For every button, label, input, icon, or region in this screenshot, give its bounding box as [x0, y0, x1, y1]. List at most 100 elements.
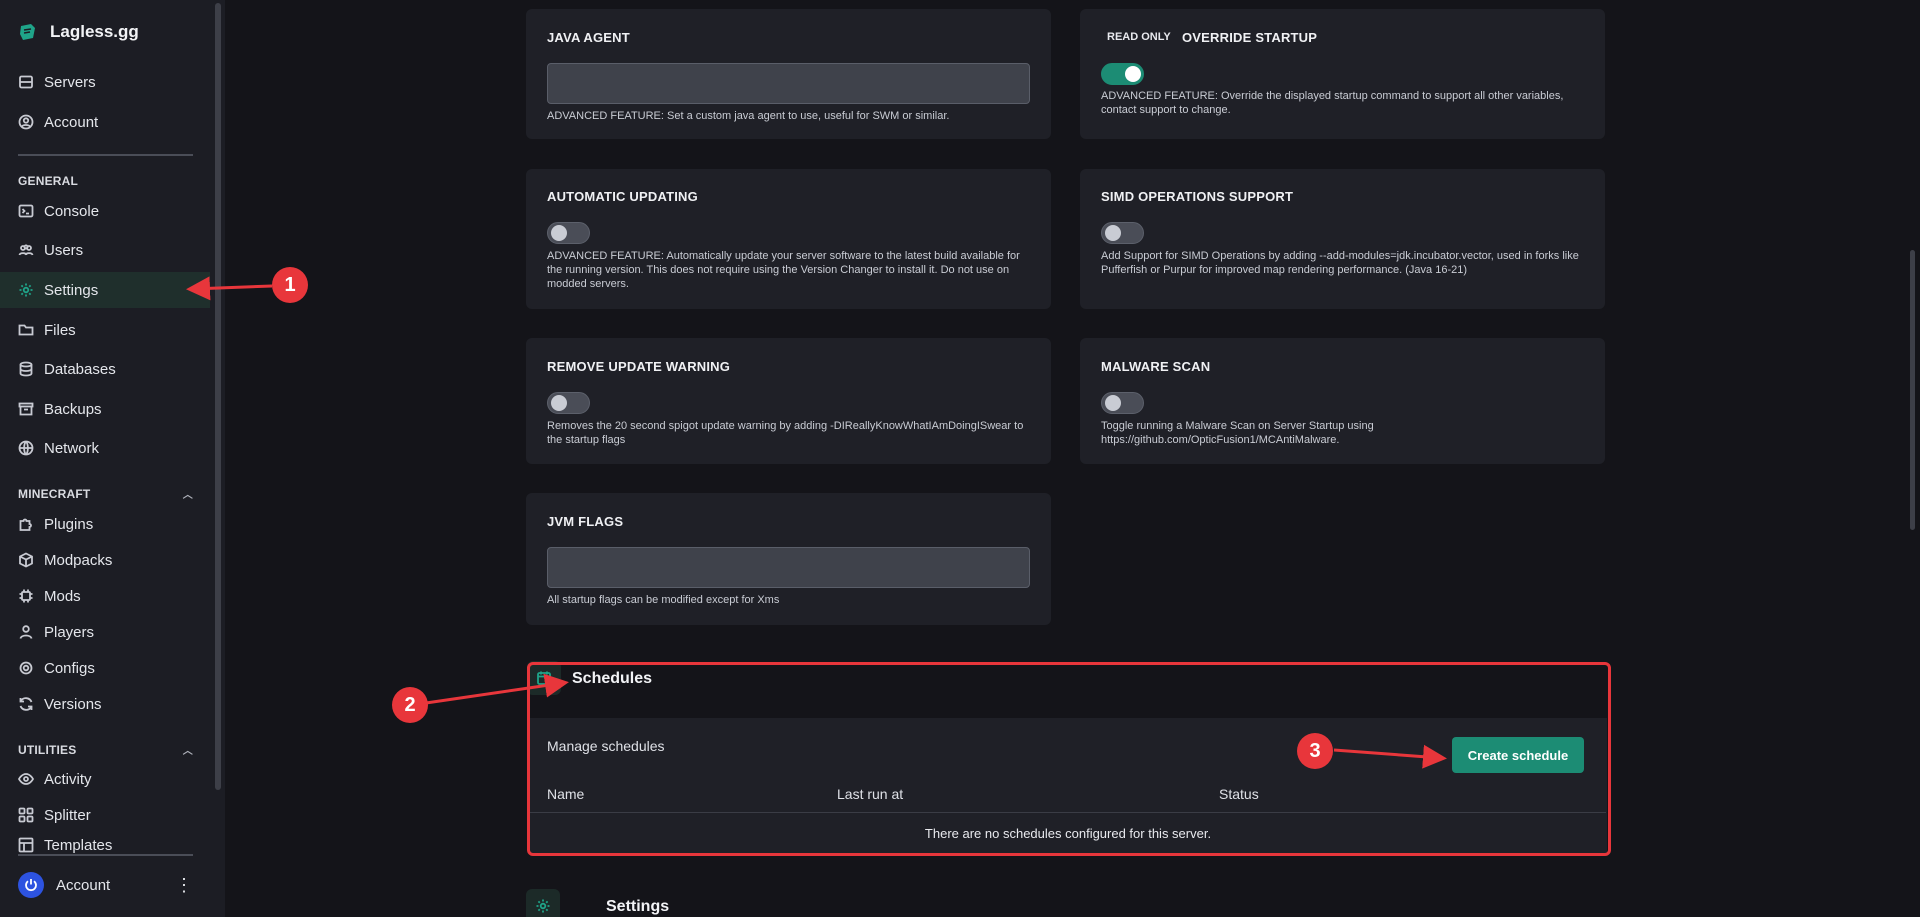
chevron-up-icon: ︿: [182, 490, 193, 501]
account-menu[interactable]: Account ⋮: [18, 872, 193, 898]
annotation-marker-3: 3: [1297, 733, 1333, 769]
sidebar-item-activity[interactable]: Activity: [0, 761, 210, 797]
sidebar-item-label: Mods: [44, 587, 81, 605]
sidebar-item-label: Files: [44, 321, 76, 339]
sidebar-item-backups[interactable]: Backups: [0, 391, 210, 427]
section-title: MINECRAFT: [18, 486, 91, 501]
card-title: REMOVE UPDATE WARNING: [547, 359, 731, 374]
sidebar-item-servers[interactable]: Servers: [0, 64, 210, 100]
brand-name: Lagless.gg: [50, 22, 139, 41]
section-general: GENERAL: [18, 174, 193, 188]
sidebar-item-mods[interactable]: Mods: [0, 578, 210, 614]
toggle-knob: [551, 225, 567, 241]
settings-section-icon: [526, 889, 560, 917]
globe-icon: [18, 440, 34, 456]
sidebar-scrollbar[interactable]: [215, 3, 221, 790]
sidebar-item-label: Servers: [44, 73, 96, 91]
card-java-agent: JAVA AGENT ADVANCED FEATURE: Set a custo…: [526, 9, 1051, 139]
card-automatic-updating: AUTOMATIC UPDATING ADVANCED FEATURE: Aut…: [526, 169, 1051, 309]
sidebar-item-plugins[interactable]: Plugins: [0, 506, 210, 542]
annotation-marker-2: 2: [392, 687, 428, 723]
card-title: JAVA AGENT: [547, 30, 630, 45]
settings-section-title: Settings: [606, 898, 670, 915]
sidebar: Lagless.gg Servers Account GENERAL Conso…: [0, 0, 225, 917]
card-override-startup: READ ONLY OVERRIDE STARTUP ADVANCED FEAT…: [1080, 9, 1605, 139]
malware-scan-toggle[interactable]: [1101, 392, 1144, 414]
sidebar-divider: [18, 854, 193, 856]
card-title: AUTOMATIC UPDATING: [547, 189, 698, 204]
sidebar-item-templates[interactable]: Templates: [0, 833, 210, 853]
simd-toggle[interactable]: [1101, 222, 1144, 244]
sidebar-item-label: Splitter: [44, 806, 91, 824]
sidebar-item-versions[interactable]: Versions: [0, 686, 210, 722]
sidebar-item-label: Plugins: [44, 515, 94, 533]
page-scrollbar[interactable]: [1910, 250, 1915, 530]
card-remove-update-warning: REMOVE UPDATE WARNING Removes the 20 sec…: [526, 338, 1051, 464]
sidebar-item-configs[interactable]: Configs: [0, 650, 210, 686]
sidebar-item-console[interactable]: Console: [0, 193, 210, 229]
sidebar-item-players[interactable]: Players: [0, 614, 210, 650]
gear-icon: [536, 899, 550, 913]
sidebar-item-splitter[interactable]: Splitter: [0, 797, 210, 833]
server-icon: [19, 75, 33, 89]
card-simd-operations: SIMD OPERATIONS SUPPORT Add Support for …: [1080, 169, 1605, 309]
highlight-box: [527, 662, 1611, 856]
chip-icon: [19, 589, 33, 603]
sidebar-item-label: Versions: [44, 695, 102, 713]
sidebar-item-label: Templates: [44, 837, 113, 853]
sidebar-item-label: Configs: [44, 659, 95, 677]
annotation-marker-1: 1: [272, 267, 308, 303]
sidebar-item-users[interactable]: Users: [0, 232, 210, 268]
override-startup-toggle[interactable]: [1101, 63, 1144, 85]
sidebar-item-label: Users: [44, 241, 84, 259]
sidebar-item-databases[interactable]: Databases: [0, 351, 210, 387]
sidebar-item-label: Backups: [44, 400, 102, 418]
user-circle-icon: [18, 114, 34, 130]
card-description: ADVANCED FEATURE: Automatically update y…: [547, 250, 1020, 290]
card-title: MALWARE SCAN: [1101, 359, 1211, 374]
folder-icon: [18, 324, 34, 336]
jvm-flags-input[interactable]: [547, 547, 1030, 588]
card-description: Toggle running a Malware Scan on Server …: [1101, 420, 1374, 446]
gear-icon: [19, 283, 33, 297]
brand[interactable]: Lagless.gg: [18, 22, 139, 42]
sidebar-item-network[interactable]: Network: [0, 430, 210, 466]
java-agent-input[interactable]: [547, 63, 1030, 104]
toggle-knob: [1105, 395, 1121, 411]
sidebar-item-label: Network: [44, 439, 100, 457]
sidebar-item-files[interactable]: Files: [0, 312, 210, 348]
sidebar-item-label: Console: [44, 202, 100, 220]
split-icon: [18, 807, 34, 823]
sidebar-item-label: Players: [44, 623, 95, 641]
toggle-knob: [1125, 66, 1141, 82]
card-description: ADVANCED FEATURE: Set a custom java agen…: [547, 110, 950, 122]
section-title: UTILITIES: [18, 742, 77, 757]
card-title: JVM FLAGS: [547, 514, 624, 529]
cog-icon: [19, 661, 33, 675]
power-icon: [25, 879, 37, 892]
sidebar-item-label: Modpacks: [44, 551, 113, 569]
automatic-updating-toggle[interactable]: [547, 222, 590, 244]
remove-update-warning-toggle[interactable]: [547, 392, 590, 414]
more-options-icon[interactable]: ⋮: [175, 875, 193, 896]
sidebar-item-settings[interactable]: Settings: [0, 272, 210, 308]
avatar: [18, 872, 44, 898]
card-malware-scan: MALWARE SCAN Toggle running a Malware Sc…: [1080, 338, 1605, 464]
account-label: Account: [56, 876, 111, 894]
card-title: OVERRIDE STARTUP: [1182, 30, 1318, 45]
toggle-knob: [1105, 225, 1121, 241]
section-minecraft[interactable]: MINECRAFT ︿: [18, 486, 193, 502]
sidebar-item-modpacks[interactable]: Modpacks: [0, 542, 210, 578]
terminal-icon: [18, 204, 34, 218]
sidebar-item-account[interactable]: Account: [0, 104, 210, 140]
puzzle-icon: [19, 518, 32, 531]
template-icon: [18, 837, 34, 853]
person-icon: [19, 625, 33, 639]
users-icon: [18, 244, 34, 256]
sidebar-item-label: Settings: [44, 281, 99, 299]
archive-icon: [18, 402, 34, 416]
card-description: Add Support for SIMD Operations by addin…: [1101, 250, 1579, 276]
card-description: ADVANCED FEATURE: Override the displayed…: [1101, 90, 1564, 116]
section-utilities[interactable]: UTILITIES ︿: [18, 742, 193, 758]
chevron-up-icon: ︿: [182, 746, 193, 757]
